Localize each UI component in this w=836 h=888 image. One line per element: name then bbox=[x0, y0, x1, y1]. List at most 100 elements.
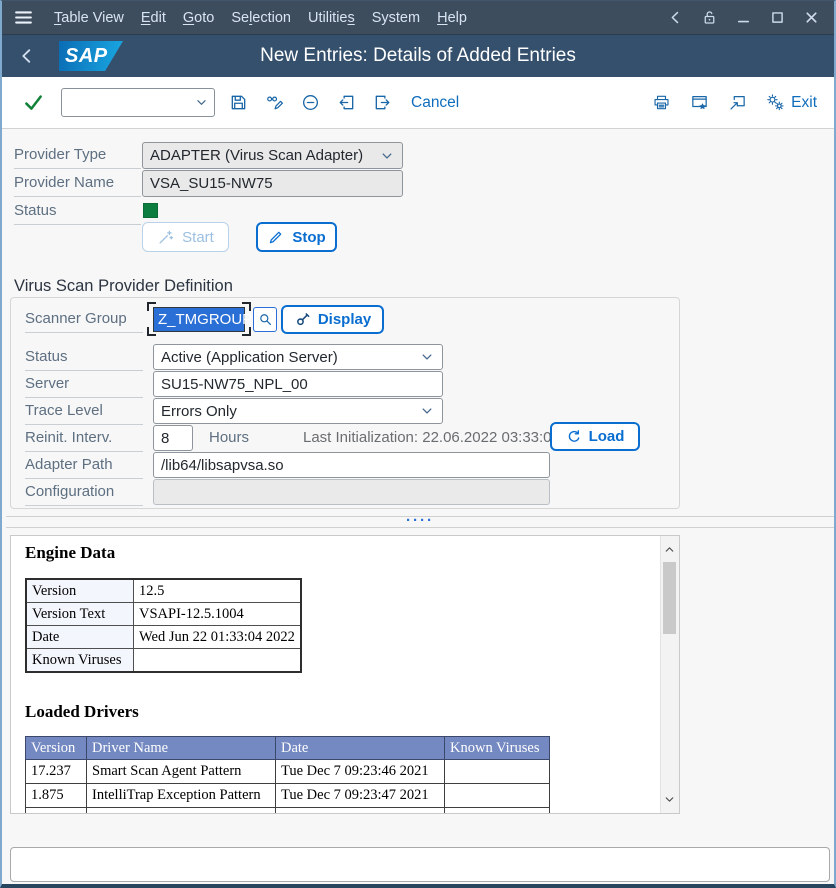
scrollbar-thumb[interactable] bbox=[663, 562, 676, 634]
menu-item-table-view[interactable]: Table View bbox=[54, 8, 124, 28]
scanner-group-value: Z_TMGROUP bbox=[158, 311, 252, 328]
loaded-drivers-heading: Loaded Drivers bbox=[25, 702, 139, 722]
engine-data-heading: Engine Data bbox=[25, 543, 115, 563]
hamburger-icon[interactable] bbox=[13, 7, 34, 28]
load-button[interactable]: Load bbox=[550, 422, 640, 451]
provider-name-field[interactable] bbox=[142, 170, 403, 197]
maximize-icon[interactable] bbox=[769, 9, 786, 26]
print-icon[interactable] bbox=[652, 93, 671, 112]
drivers-cell: Tue Dec 7 09:23:46 2021 bbox=[276, 760, 445, 784]
configuration-label: Configuration bbox=[25, 479, 143, 506]
command-field[interactable] bbox=[61, 88, 215, 117]
drivers-cell bbox=[445, 784, 550, 808]
splitter-grip-dots[interactable]: ···· bbox=[6, 511, 834, 531]
trace-level-value: Errors Only bbox=[161, 403, 237, 420]
scanner-group-focus: Z_TMGROUP bbox=[147, 302, 251, 336]
menu-item-edit[interactable]: Edit bbox=[141, 8, 166, 28]
wand-icon bbox=[157, 229, 174, 246]
menu-items: Table View Edit Goto Selection Utilities Syst… bbox=[54, 8, 484, 28]
drivers-cell: 17.237 bbox=[26, 760, 87, 784]
scanner-group-field[interactable]: Z_TMGROUP bbox=[153, 307, 245, 332]
settings-gears-icon[interactable] bbox=[766, 93, 785, 112]
drivers-cell bbox=[445, 808, 550, 815]
load-button-label: Load bbox=[589, 428, 625, 445]
reinit-interval-field[interactable] bbox=[153, 425, 193, 451]
application-toolbar: Cancel Exit bbox=[2, 77, 834, 129]
scroll-down-icon[interactable] bbox=[663, 793, 676, 806]
configuration-field[interactable] bbox=[153, 479, 550, 505]
def-status-label: Status bbox=[25, 344, 143, 371]
drivers-cell: Tue Dec 7 09:23:47 2021 bbox=[276, 784, 445, 808]
combo-chevron-icon[interactable] bbox=[194, 95, 209, 110]
create-shortcut-icon[interactable] bbox=[728, 93, 747, 112]
combo-chevron-icon bbox=[379, 148, 395, 164]
scroll-up-icon[interactable] bbox=[663, 543, 676, 556]
new-session-icon[interactable] bbox=[690, 93, 709, 112]
page-arrow-right-icon[interactable] bbox=[373, 93, 392, 112]
drivers-cell bbox=[445, 760, 550, 784]
def-status-value: Active (Application Server) bbox=[161, 349, 338, 366]
display-button[interactable]: Display bbox=[281, 305, 384, 334]
engine-value-cell: 12.5 bbox=[134, 579, 301, 603]
menu-item-utilities[interactable]: Utilities bbox=[308, 8, 355, 28]
hours-label: Hours bbox=[209, 425, 249, 451]
chevron-left-icon[interactable] bbox=[17, 46, 37, 66]
combo-chevron-icon bbox=[419, 403, 435, 419]
engine-value-cell: Wed Jun 22 01:33:04 2022 bbox=[134, 626, 301, 649]
page-title: New Entries: Details of Added Entries bbox=[2, 45, 834, 67]
stop-button[interactable]: Stop bbox=[256, 222, 337, 252]
server-field[interactable] bbox=[153, 371, 443, 397]
table-row: DateWed Jun 22 01:33:04 2022 bbox=[26, 626, 301, 649]
menu-item-system[interactable]: System bbox=[372, 8, 420, 28]
drivers-cell: 0.253 bbox=[26, 808, 87, 815]
minimize-icon[interactable] bbox=[735, 9, 752, 26]
trace-level-select[interactable]: Errors Only bbox=[153, 398, 443, 424]
drivers-cell: IntelliTrap Exception Pattern bbox=[87, 784, 276, 808]
value-help-button[interactable] bbox=[253, 307, 277, 332]
command-input[interactable] bbox=[68, 91, 190, 114]
toolbar-right-icons bbox=[652, 93, 789, 112]
scanner-group-label: Scanner Group bbox=[25, 306, 143, 333]
table-row: Version12.5 bbox=[26, 579, 301, 603]
close-icon[interactable] bbox=[803, 9, 820, 26]
page-arrow-left-icon[interactable] bbox=[337, 93, 356, 112]
start-button-label: Start bbox=[182, 229, 214, 246]
table-row: 0.253IntelliTrap PatternTue Dec 7 09:23:… bbox=[26, 808, 550, 815]
adapter-path-field[interactable] bbox=[153, 452, 550, 478]
last-initialization-text: Last Initialization: 22.06.2022 03:33:05 bbox=[303, 425, 538, 451]
enter-check-icon[interactable] bbox=[23, 92, 44, 113]
def-status-select[interactable]: Active (Application Server) bbox=[153, 344, 443, 370]
sap-gui-window: Table View Edit Goto Selection Utilities Syst… bbox=[0, 0, 836, 888]
status-indicator bbox=[143, 203, 158, 218]
circle-minus-icon[interactable] bbox=[301, 93, 320, 112]
trace-level-label: Trace Level bbox=[25, 398, 143, 425]
vertical-scrollbar[interactable] bbox=[660, 536, 679, 813]
menu-item-selection[interactable]: Selection bbox=[231, 8, 291, 28]
engine-key-cell: Version bbox=[26, 579, 134, 603]
menu-item-help[interactable]: Help bbox=[437, 8, 467, 28]
display-button-label: Display bbox=[318, 311, 371, 328]
chevron-left-icon[interactable] bbox=[667, 9, 684, 26]
provider-type-label: Provider Type bbox=[14, 142, 141, 169]
start-button[interactable]: Start bbox=[142, 222, 229, 252]
cancel-button[interactable]: Cancel bbox=[411, 94, 459, 112]
save-icon[interactable] bbox=[229, 93, 248, 112]
table-row: Known Viruses bbox=[26, 649, 301, 673]
exit-button[interactable]: Exit bbox=[791, 94, 817, 112]
engine-key-cell: Date bbox=[26, 626, 134, 649]
splitter-handle[interactable]: ···· bbox=[6, 512, 834, 532]
stop-button-label: Stop bbox=[292, 229, 325, 246]
sap-logo-text: SAP bbox=[59, 45, 108, 68]
drivers-column-header: Known Viruses bbox=[445, 737, 550, 760]
display-change-icon[interactable] bbox=[265, 93, 284, 112]
menu-item-goto[interactable]: Goto bbox=[183, 8, 214, 28]
drivers-table-body: 17.237Smart Scan Agent PatternTue Dec 7 … bbox=[26, 760, 550, 815]
provider-type-select[interactable]: ADAPTER (Virus Scan Adapter) bbox=[142, 142, 403, 169]
drivers-column-header: Driver Name bbox=[87, 737, 276, 760]
html-viewer-panel: Engine Data Version12.5Version TextVSAPI… bbox=[10, 535, 680, 814]
drivers-cell: Smart Scan Agent Pattern bbox=[87, 760, 276, 784]
engine-value-cell bbox=[134, 649, 301, 673]
unlock-icon[interactable] bbox=[701, 9, 718, 26]
provider-name-label: Provider Name bbox=[14, 170, 141, 197]
pencil-icon bbox=[267, 229, 284, 246]
